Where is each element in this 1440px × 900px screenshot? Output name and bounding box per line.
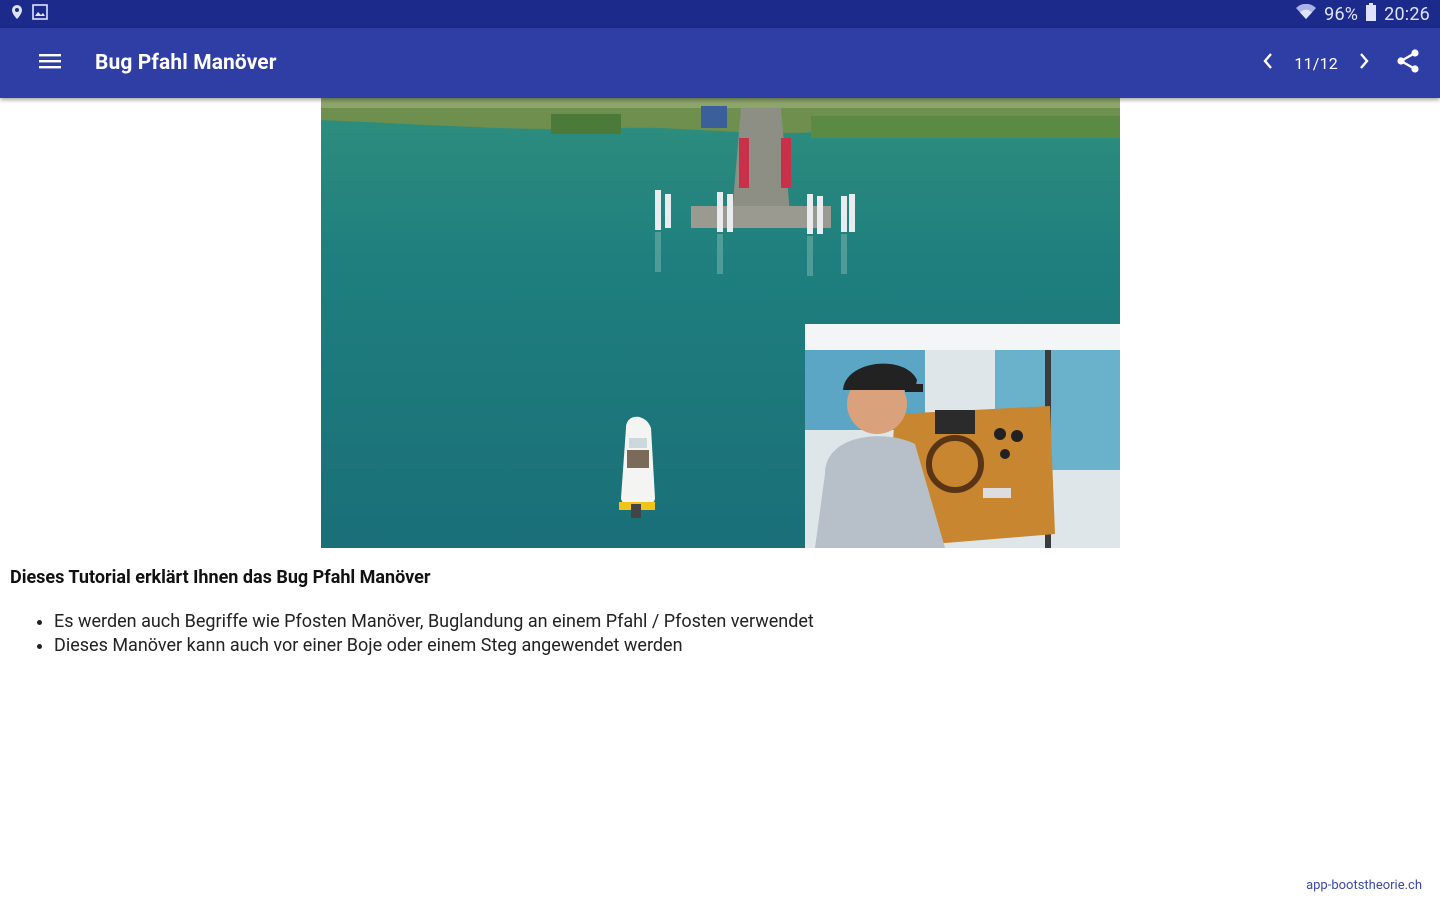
share-icon	[1396, 48, 1420, 78]
status-left	[10, 3, 48, 25]
chevron-right-icon	[1358, 52, 1370, 74]
wifi-icon	[1296, 3, 1317, 25]
tutorial-description: Dieses Tutorial erklärt Ihnen das Bug Pf…	[10, 566, 1410, 658]
status-right: 96% 20:26	[1296, 2, 1430, 26]
menu-button[interactable]	[25, 38, 75, 88]
intro-text: Dieses Tutorial erklärt Ihnen das Bug Pf…	[10, 567, 431, 588]
share-button[interactable]	[1390, 43, 1426, 83]
page-counter: 11/12	[1294, 53, 1338, 73]
list-item: Es werden auch Begriffe wie Pfosten Manö…	[54, 610, 1410, 634]
clock: 20:26	[1384, 3, 1430, 25]
app-bar: Bug Pfahl Manöver 11/12	[0, 28, 1440, 98]
website-link[interactable]: app-bootstheorie.ch	[1306, 878, 1422, 893]
next-button[interactable]	[1346, 43, 1382, 83]
helm-inset-image	[805, 324, 1120, 548]
bullet-list: Es werden auch Begriffe wie Pfosten Manö…	[10, 610, 1410, 658]
gallery-icon	[32, 3, 48, 25]
pager-navigation: 11/12	[1250, 43, 1426, 83]
battery-percent: 96%	[1324, 3, 1359, 25]
previous-button[interactable]	[1250, 43, 1286, 83]
battery-icon	[1366, 2, 1377, 26]
tutorial-video-frame[interactable]	[321, 98, 1120, 548]
helm-inset-video	[805, 324, 1120, 548]
location-icon	[10, 4, 24, 25]
list-item: Dieses Manöver kann auch vor einer Boje …	[54, 634, 1410, 658]
page-title: Bug Pfahl Manöver	[95, 51, 277, 75]
status-bar: 96% 20:26	[0, 0, 1440, 28]
menu-icon	[38, 51, 62, 75]
chevron-left-icon	[1262, 52, 1274, 74]
